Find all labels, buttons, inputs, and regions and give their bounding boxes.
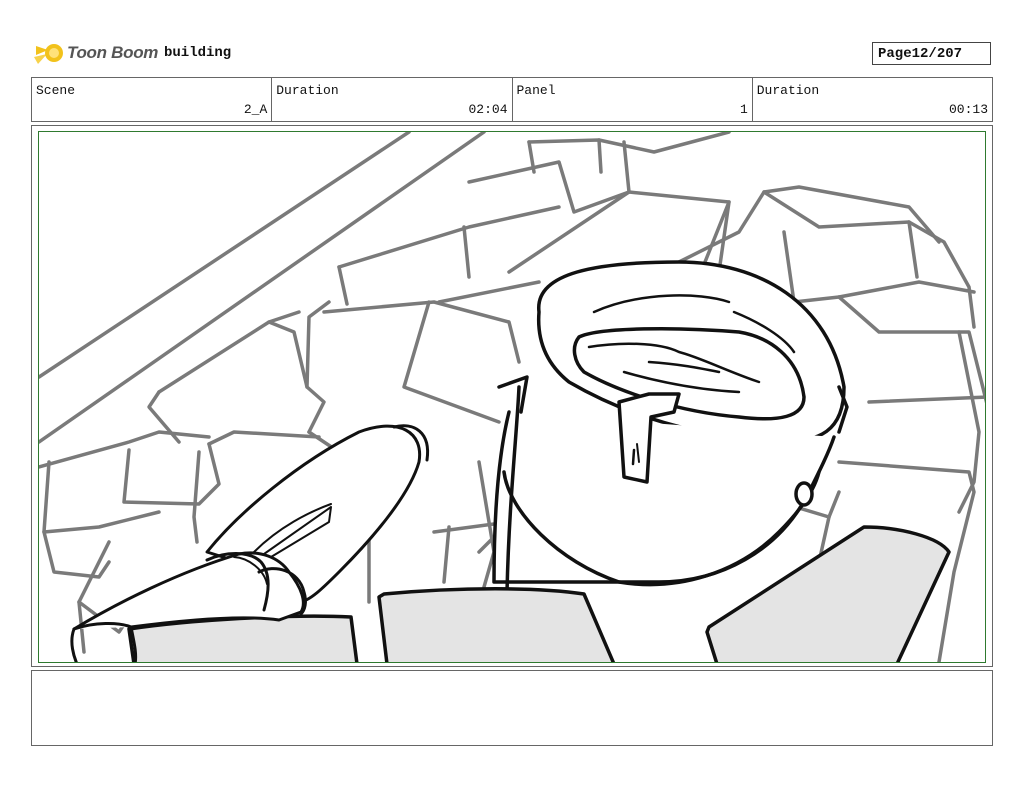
bucket-sketch (492, 260, 849, 594)
logo-text: Toon Boom (67, 43, 159, 62)
scene-cell: Scene 2_A (32, 78, 273, 121)
project-name: building (164, 45, 232, 61)
page-number: 12/207 (911, 45, 963, 62)
panel-duration-label: Duration (756, 83, 820, 98)
panel-info-row: Scene 2_A Duration 02:04 Panel 1 Duratio… (31, 77, 993, 122)
storyboard-panel-frame (31, 125, 993, 667)
scene-value: 2_A (243, 102, 268, 117)
panel-value: 1 (739, 102, 748, 117)
page-indicator: Page 12/207 (872, 42, 991, 65)
storyboard-panel-image (38, 131, 986, 663)
panel-duration-value: 00:13 (948, 102, 988, 117)
page-label: Page (878, 45, 912, 62)
panel-duration-cell: Duration 00:13 (753, 78, 992, 121)
panel-label: Panel (516, 83, 556, 98)
toon-boom-logo: Toon Boom (32, 36, 158, 70)
panel-notes-box (31, 670, 993, 746)
logo-star-icon (34, 44, 63, 64)
panel-cell: Panel 1 (513, 78, 753, 121)
scene-duration-label: Duration (276, 83, 339, 98)
scene-duration-cell: Duration 02:04 (272, 78, 513, 121)
scene-label: Scene (36, 83, 76, 98)
scene-duration-value: 02:04 (468, 102, 508, 117)
sketch-drawing (39, 132, 985, 662)
